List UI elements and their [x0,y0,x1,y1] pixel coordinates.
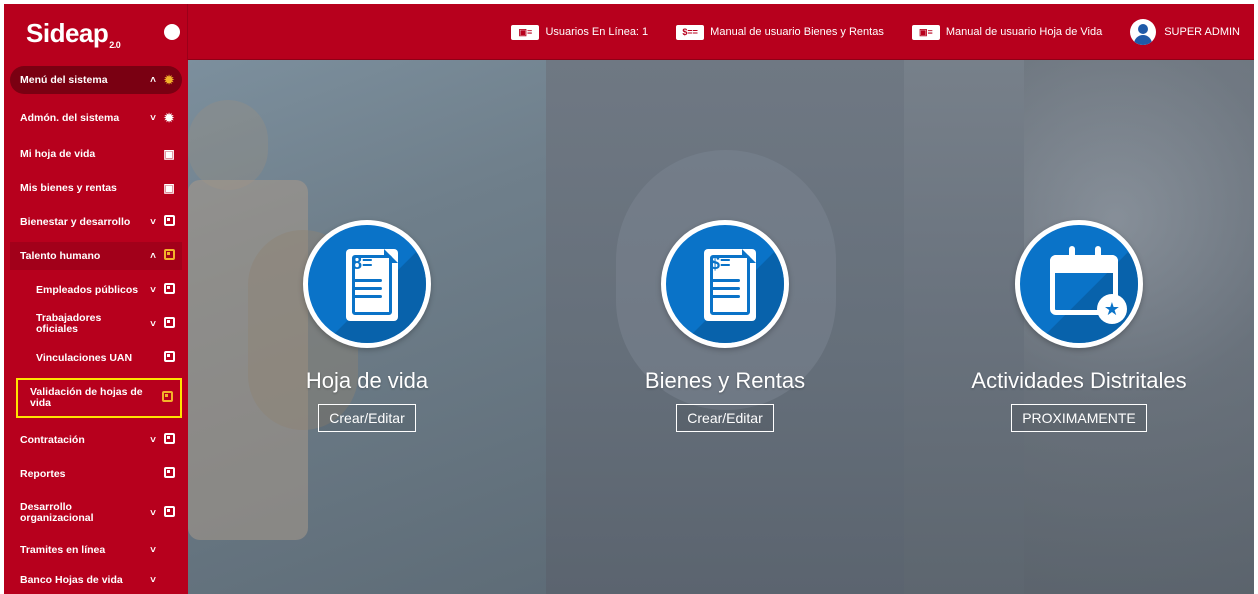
panel-bienes-y-rentas: $= Bienes y Rentas Crear/Editar [546,60,904,594]
chevron-down-icon: ˅ [150,112,156,124]
sidebar-item-contratacion[interactable]: Contratación ˅ [10,426,182,454]
sidebar-item-label: Menú del sistema [20,73,108,86]
card-title: Actividades Distritales [971,368,1187,393]
calendar-icon [160,215,178,229]
sidebar-item-label: Mis bienes y rentas [20,181,117,194]
sidebar-item-label: Empleados públicos [36,283,139,296]
sidebar-item-label: Trabajadores oficiales [36,312,102,335]
panel-hoja-de-vida: 8= Hoja de vida Crear/Editar [188,60,546,594]
sidebar-item-vinculaciones-uan[interactable]: Vinculaciones UAN [10,344,182,372]
background-image [188,100,268,190]
calendar-icon [160,506,178,520]
sidebar-item-talento-humano[interactable]: Talento humano ˄ [10,242,182,270]
card-hoja-de-vida: 8= Hoja de vida Crear/Editar [188,220,546,432]
sidebar-item-mis-bienes[interactable]: Mis bienes y rentas ▣ [10,174,182,202]
gear-icon: ✹ [163,73,175,87]
sidebar-item-label: Bienestar y desarrollo [20,215,131,228]
manual-hoja-link[interactable]: ▣≡ Manual de usuario Hoja de Vida [911,24,1103,40]
calendar-star-icon: ★ [1015,220,1143,348]
sidebar-item-label: Reportes [20,467,66,480]
top-navigation: ▣≡ Usuarios En Línea: 1 $== Manual de us… [511,4,1254,60]
chevron-down-icon: ˅ [150,284,156,296]
sidebar-item-desarrollo-organizacional[interactable]: Desarrollo organizacional ˅ [10,496,182,530]
chevron-up-icon: ˄ [150,74,156,86]
sidebar-item-validacion-hojas-de-vida[interactable]: Validación de hojas de vida [16,378,182,418]
chevron-down-icon: ˅ [150,216,156,228]
proximamente-button[interactable]: PROXIMAMENTE [1011,404,1147,432]
id-card-icon: ▣ [163,147,175,161]
sidebar-item-reportes[interactable]: Reportes [10,460,182,488]
calendar-icon [160,317,178,331]
id-card-icon: ▣≡ [511,24,540,40]
chevron-down-icon: ˅ [150,507,156,519]
sidebar-item-bienestar[interactable]: Bienestar y desarrollo ˅ [10,208,182,236]
user-menu[interactable]: SUPER ADMIN [1130,19,1240,45]
card-title: Bienes y Rentas [644,368,806,393]
top-bar: Sideap2.0 ▣≡ Usuarios En Línea: 1 $== Ma… [4,4,1254,60]
users-online-label: Usuarios En Línea: 1 [545,26,649,38]
calendar-icon [158,391,176,405]
sidebar-item-empleados-publicos[interactable]: Empleados públicos ˅ [10,276,182,304]
money-document-icon: $= [661,220,789,348]
sidebar-item-menu-del-sistema[interactable]: Menú del sistema ˄ ✹ [10,66,182,94]
card-bienes-y-rentas: $= Bienes y Rentas Crear/Editar [546,220,904,432]
app-frame: Sideap2.0 ▣≡ Usuarios En Línea: 1 $== Ma… [4,4,1254,594]
money-card-icon: $== [676,24,705,40]
id-card-icon: ▣≡ [911,24,940,40]
sidebar-item-label: Banco Hojas de vida [20,573,123,586]
chevron-down-icon: ˅ [150,318,156,330]
users-online-link[interactable]: ▣≡ Usuarios En Línea: 1 [511,24,649,40]
id-card-icon: ▣ [163,181,175,195]
chevron-down-icon: ˅ [150,544,156,556]
crear-editar-button[interactable]: Crear/Editar [676,404,774,432]
chevron-up-icon: ˄ [150,250,156,262]
chevron-down-icon: ˅ [150,574,156,586]
logo-suffix: 2.0 [109,40,121,51]
avatar [1130,19,1157,45]
card-actividades-distritales: ★ Actividades Distritales PROXIMAMENTE [904,220,1254,432]
user-label: SUPER ADMIN [1164,26,1240,38]
sidebar-item-label: Talento humano [20,249,101,262]
sidebar-item-label: Admón. del sistema [20,111,120,124]
app-logo[interactable]: Sideap2.0 [26,18,121,51]
calendar-icon [160,351,178,365]
sidebar-item-mi-hoja-de-vida[interactable]: Mi hoja de vida ▣ [10,140,182,168]
sidebar-item-label: Desarrollo organizacional [20,501,94,524]
calendar-icon [160,433,178,447]
manual-bienes-link[interactable]: $== Manual de usuario Bienes y Rentas [676,24,884,40]
sidebar-item-label: Validación de hojas de vida [30,386,143,409]
sidebar-item-tramites-en-linea[interactable]: Tramites en línea ˅ [10,536,182,564]
sidebar-item-admon[interactable]: Admón. del sistema ˅ ✹ [10,104,182,132]
sidebar-item-label: Vinculaciones UAN [36,351,133,364]
manual-bienes-label: Manual de usuario Bienes y Rentas [710,26,884,38]
panel-actividades-distritales: ★ Actividades Distritales PROXIMAMENTE [904,60,1254,594]
calendar-icon [160,467,178,481]
sidebar-item-banco-hojas-de-vida[interactable]: Banco Hojas de vida ˅ [10,566,182,594]
brand-area: Sideap2.0 [4,4,188,60]
cv-document-icon: 8= [303,220,431,348]
sidebar-item-label: Mi hoja de vida [20,147,96,160]
chevron-down-icon: ˅ [150,434,156,446]
manual-hoja-label: Manual de usuario Hoja de Vida [945,26,1103,38]
sidebar-toggle-icon[interactable] [164,24,180,40]
calendar-icon [160,283,178,297]
card-title: Hoja de vida [305,368,429,393]
gear-icon: ✹ [163,111,175,125]
sidebar: Menú del sistema ˄ ✹ Admón. del sistema … [4,60,188,594]
calendar-icon [160,249,178,263]
sidebar-item-label: Contratación [20,433,85,446]
logo-text: Sideap [26,18,109,48]
crear-editar-button[interactable]: Crear/Editar [318,404,416,432]
sidebar-item-trabajadores-oficiales[interactable]: Trabajadores oficiales ˅ [10,310,182,338]
sidebar-item-label: Tramites en línea [20,543,106,556]
